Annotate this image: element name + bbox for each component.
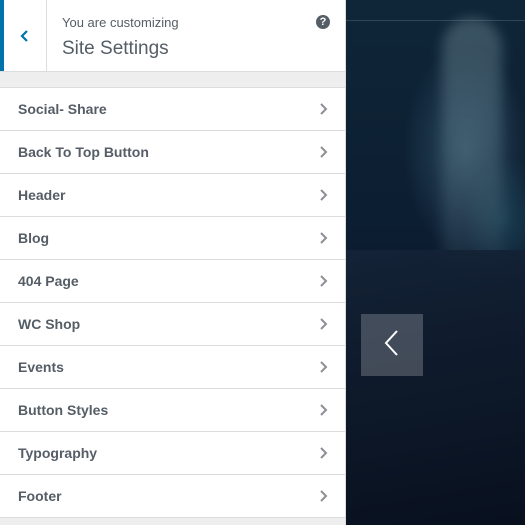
slider-prev-button[interactable] — [361, 314, 423, 376]
chevron-right-icon — [320, 275, 328, 287]
chevron-right-icon — [320, 447, 328, 459]
chevron-right-icon — [320, 404, 328, 416]
menu-item-label: WC Shop — [18, 316, 81, 332]
customizing-label: You are customizing — [62, 15, 179, 30]
chevron-left-icon — [382, 328, 402, 363]
preview-stage-shadow — [346, 250, 525, 525]
menu-item-label: Header — [18, 187, 66, 203]
menu-item-label: Back To Top Button — [18, 144, 149, 160]
menu-item-button-styles[interactable]: Button Styles — [0, 388, 345, 431]
menu-item-label: Social- Share — [18, 101, 107, 117]
menu-item-label: Footer — [18, 488, 62, 504]
chevron-right-icon — [320, 361, 328, 373]
menu-item-events[interactable]: Events — [0, 345, 345, 388]
help-button[interactable]: ? — [316, 15, 330, 29]
site-preview — [346, 0, 525, 525]
chevron-right-icon — [320, 318, 328, 330]
menu-item-header[interactable]: Header — [0, 173, 345, 216]
chevron-left-icon — [20, 29, 30, 43]
preview-background-image — [442, 18, 502, 268]
settings-menu: Social- Share Back To Top Button Header … — [0, 87, 345, 518]
menu-item-label: 404 Page — [18, 273, 79, 289]
menu-item-wc-shop[interactable]: WC Shop — [0, 302, 345, 345]
menu-item-label: Blog — [18, 230, 50, 246]
customizer-sidebar: You are customizing Site Settings ? Soci… — [0, 0, 346, 525]
chevron-right-icon — [320, 103, 328, 115]
menu-item-label: Typography — [18, 445, 98, 461]
chevron-right-icon — [320, 490, 328, 502]
preview-divider — [346, 20, 525, 21]
menu-item-label: Events — [18, 359, 64, 375]
menu-item-footer[interactable]: Footer — [0, 474, 345, 518]
menu-item-label: Button Styles — [18, 402, 109, 418]
menu-item-404-page[interactable]: 404 Page — [0, 259, 345, 302]
chevron-right-icon — [320, 189, 328, 201]
customizer-header: You are customizing Site Settings ? — [0, 0, 345, 72]
panel-title: Site Settings — [62, 38, 169, 59]
menu-item-blog[interactable]: Blog — [0, 216, 345, 259]
menu-item-social-share[interactable]: Social- Share — [0, 87, 345, 130]
menu-item-typography[interactable]: Typography — [0, 431, 345, 474]
menu-item-back-to-top-button[interactable]: Back To Top Button — [0, 130, 345, 173]
chevron-right-icon — [320, 232, 328, 244]
back-button[interactable] — [0, 0, 47, 71]
chevron-right-icon — [320, 146, 328, 158]
